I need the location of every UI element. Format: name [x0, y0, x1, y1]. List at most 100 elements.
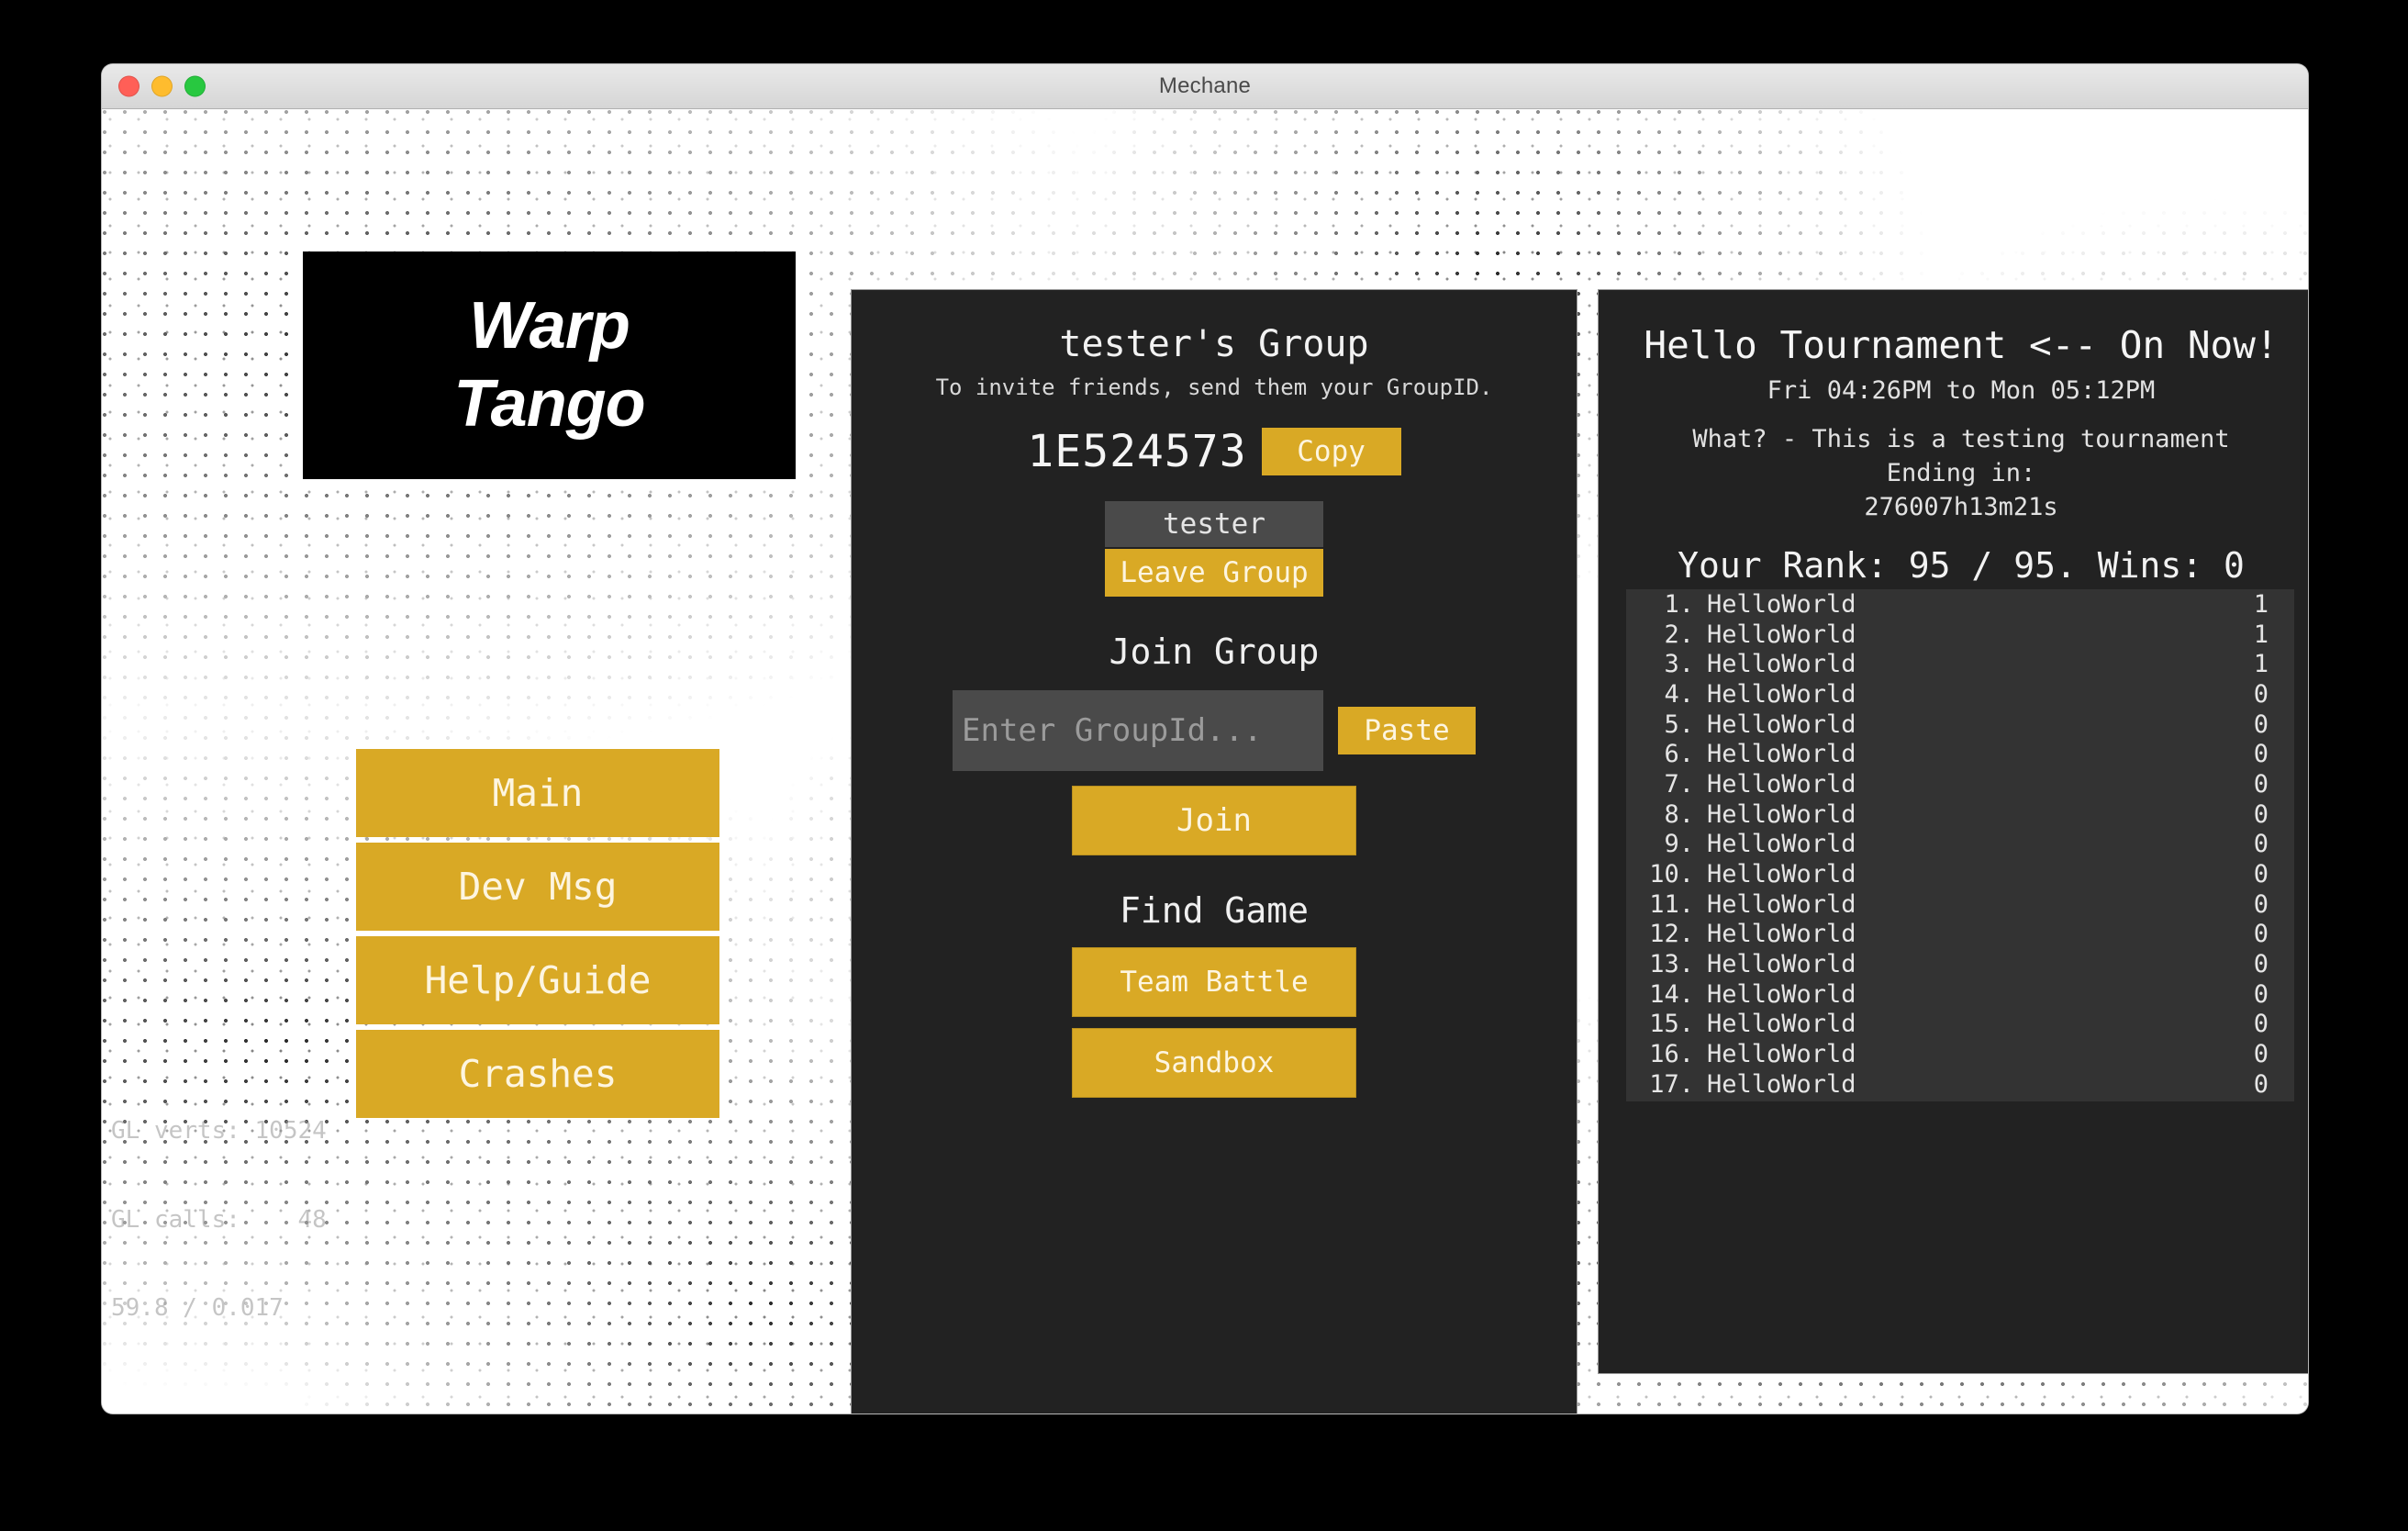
leaderboard-row: 16. HelloWorld 0 [1626, 1039, 2294, 1069]
title-bar[interactable]: Mechane [102, 64, 2308, 109]
logo-line-tango: Tango [453, 367, 645, 441]
nav-item-crashes[interactable]: Crashes [356, 1030, 719, 1118]
leaderboard-row: 13. HelloWorld 0 [1626, 949, 2294, 979]
window-title: Mechane [1158, 73, 1252, 98]
game-canvas: Warp Tango Main Dev Msg Help/Guide Crash… [102, 109, 2308, 1414]
leaderboard-row: 2. HelloWorld 1 [1626, 620, 2294, 650]
leaderboard-player-name: HelloWorld [1707, 920, 1856, 949]
close-window-icon[interactable] [118, 75, 139, 97]
your-rank-line: Your Rank: 95 / 95. Wins: 0 [1678, 545, 2245, 586]
leaderboard-player-name: HelloWorld [1707, 799, 1856, 829]
leaderboard-row: 6. HelloWorld 0 [1626, 739, 2294, 769]
leaderboard-rank: 4. [1664, 679, 1694, 709]
leaderboard-rank: 17. [1649, 1069, 1694, 1099]
leaderboard-score: 0 [2253, 950, 2269, 979]
leaderboard-row: 5. HelloWorld 0 [1626, 710, 2294, 740]
join-group-heading: Join Group [1109, 631, 1320, 672]
leaderboard-score: 0 [2253, 1040, 2269, 1069]
leaderboard-row: 9. HelloWorld 0 [1626, 830, 2294, 860]
leaderboard-player-name: HelloWorld [1707, 769, 1856, 799]
leaderboard-row: 10. HelloWorld 0 [1626, 859, 2294, 889]
leaderboard-rank: 7. [1664, 769, 1694, 799]
copy-group-id-button[interactable]: Copy [1261, 428, 1401, 475]
leaderboard-rank: 16. [1649, 1040, 1694, 1069]
leaderboard-rank: 2. [1664, 620, 1694, 649]
leaderboard-player-name: HelloWorld [1707, 679, 1856, 709]
app-logo: Warp Tango [303, 251, 796, 479]
nav-item-dev-msg[interactable]: Dev Msg [356, 843, 719, 931]
team-battle-button[interactable]: Team Battle [1072, 947, 1356, 1017]
leaderboard-row: 17. HelloWorld 0 [1626, 1069, 2294, 1100]
leaderboard-player-name: HelloWorld [1707, 1010, 1856, 1039]
leaderboard-score: 0 [2253, 920, 2269, 949]
leaderboard-score: 1 [2253, 620, 2269, 649]
leaderboard-score: 0 [2253, 1069, 2269, 1099]
sandbox-button[interactable]: Sandbox [1072, 1028, 1356, 1098]
fps-line: 59.8 / 0.017 [111, 1294, 284, 1323]
leaderboard-row: 1. HelloWorld 1 [1626, 589, 2294, 620]
leaderboard-player-name: HelloWorld [1707, 620, 1856, 649]
leaderboard-rank: 6. [1664, 740, 1694, 769]
group-subtitle: To invite friends, send them your GroupI… [935, 374, 1493, 400]
tournament-ending-label: Ending in: [1886, 459, 2036, 487]
leaderboard-score: 0 [2253, 860, 2269, 889]
leaderboard-score: 0 [2253, 740, 2269, 769]
leaderboard-rank: 12. [1649, 920, 1694, 949]
left-nav: Main Dev Msg Help/Guide Crashes [356, 749, 719, 1118]
leaderboard-row: 18.HelloWorld0 [1626, 1100, 2294, 1101]
join-group-row: Paste [852, 690, 1577, 771]
leaderboard-rank: 11. [1649, 889, 1694, 919]
leaderboard-player-name: HelloWorld [1707, 889, 1856, 919]
leaderboard-score: 1 [2253, 650, 2269, 679]
group-id-row: 1E524573 Copy [852, 426, 1577, 477]
nav-item-main[interactable]: Main [356, 749, 719, 837]
leaderboard-player-name: HelloWorld [1707, 979, 1856, 1009]
leaderboard-row: 3. HelloWorld 1 [1626, 649, 2294, 679]
leaderboard-score: 0 [2253, 830, 2269, 859]
leaderboard[interactable]: 1. HelloWorld 1 2. HelloWorld 1 3. HelloWorld 1 4… [1626, 589, 2294, 1101]
leaderboard-player-name: HelloWorld [1707, 740, 1856, 769]
leaderboard-score: 0 [2253, 679, 2269, 709]
leaderboard-rank: 15. [1649, 1010, 1694, 1039]
leaderboard-score: 0 [2253, 979, 2269, 1009]
group-title: tester's Group [1059, 323, 1369, 365]
tournament-title: Hello Tournament <-- On Now! [1644, 323, 2279, 367]
leaderboard-player-name: HelloWorld [1707, 1040, 1856, 1069]
leaderboard-rank: 10. [1649, 860, 1694, 889]
leaderboard-rank: 13. [1649, 950, 1694, 979]
gl-calls-line: GL calls: 48 [111, 1205, 327, 1234]
leaderboard-score: 0 [2253, 1010, 2269, 1039]
join-group-button[interactable]: Join [1072, 786, 1356, 855]
gl-verts-line: GL verts: 10524 [111, 1116, 327, 1145]
group-panel: tester's Group To invite friends, send t… [851, 289, 1577, 1414]
leave-group-button[interactable]: Leave Group [1105, 549, 1323, 597]
leaderboard-player-name: HelloWorld [1707, 710, 1856, 739]
tournament-panel: Hello Tournament <-- On Now! Fri 04:26PM… [1598, 289, 2308, 1374]
leaderboard-row: 11. HelloWorld 0 [1626, 889, 2294, 920]
leaderboard-row: 12. HelloWorld 0 [1626, 920, 2294, 950]
minimize-window-icon[interactable] [151, 75, 173, 97]
leaderboard-rank: 1. [1664, 589, 1694, 619]
leaderboard-player-name: HelloWorld [1707, 1069, 1856, 1099]
group-member-tester[interactable]: tester [1105, 501, 1323, 547]
gl-debug-overlay: GL verts: 10524 GL calls: 48 59.8 / 0.01… [111, 1056, 327, 1382]
leaderboard-score: 0 [2253, 769, 2269, 799]
leaderboard-rank: 5. [1664, 710, 1694, 739]
leaderboard-row: 15. HelloWorld 0 [1626, 1010, 2294, 1040]
leaderboard-player-name: HelloWorld [1707, 650, 1856, 679]
nav-item-help-guide[interactable]: Help/Guide [356, 936, 719, 1024]
leaderboard-rank: 3. [1664, 650, 1694, 679]
leaderboard-row: 8. HelloWorld 0 [1626, 799, 2294, 830]
leaderboard-score: 0 [2253, 710, 2269, 739]
paste-group-id-button[interactable]: Paste [1338, 707, 1476, 754]
leaderboard-rank: 14. [1649, 979, 1694, 1009]
leaderboard-row: 14. HelloWorld 0 [1626, 979, 2294, 1010]
group-id-value: 1E524573 [1027, 426, 1247, 477]
group-id-input[interactable] [953, 690, 1323, 771]
leaderboard-player-name: HelloWorld [1707, 589, 1856, 619]
logo-line-warp: Warp [469, 289, 630, 363]
leaderboard-rank: 9. [1664, 830, 1694, 859]
maximize-window-icon[interactable] [184, 75, 206, 97]
find-game-heading: Find Game [1120, 890, 1309, 931]
leaderboard-rank: 8. [1664, 799, 1694, 829]
